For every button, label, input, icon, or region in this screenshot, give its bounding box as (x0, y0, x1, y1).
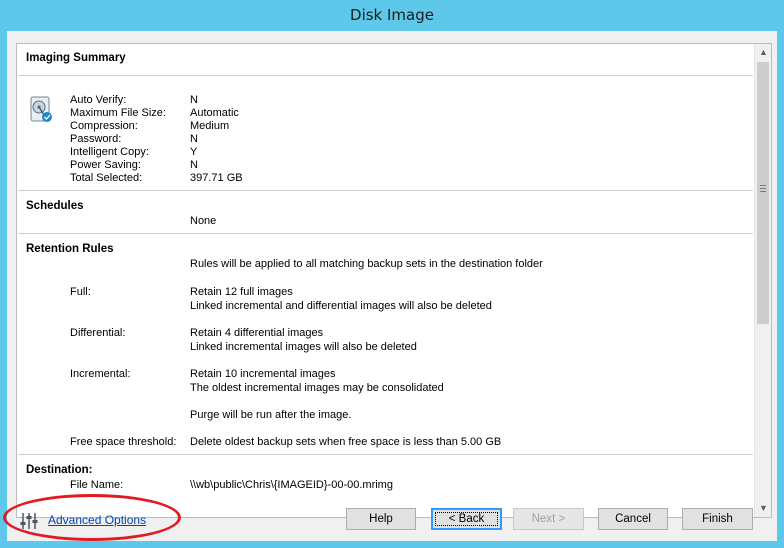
destination-title: Destination: (26, 464, 93, 476)
divider (18, 75, 753, 76)
schedules-title: Schedules (26, 200, 84, 212)
chevron-down-icon[interactable]: ▼ (755, 500, 771, 517)
highlight-ellipse (3, 494, 181, 541)
power-saving-label: Power Saving: (70, 159, 141, 171)
password-label: Password: (70, 133, 122, 145)
disk-image-window: Disk Image Imaging Summary Auto Verify: … (0, 0, 784, 548)
vertical-scrollbar[interactable]: ▲ ▼ (754, 44, 771, 517)
incremental-label: Incremental: (70, 368, 131, 380)
file-name-value: \\wb\public\Chris\{IMAGEID}-00-00.mrimg (190, 479, 393, 491)
imaging-summary-title: Imaging Summary (26, 52, 126, 64)
max-file-size-label: Maximum File Size: (70, 107, 166, 119)
help-button[interactable]: Help (346, 508, 416, 530)
password-value: N (190, 133, 198, 145)
retention-rules-title: Retention Rules (26, 243, 114, 255)
auto-verify-value: N (190, 94, 198, 106)
schedules-value: None (190, 215, 217, 227)
scrollbar-thumb[interactable] (757, 62, 769, 324)
incremental-consolidate-text: The oldest incremental images may be con… (190, 382, 444, 394)
title-bar[interactable]: Disk Image (0, 0, 784, 31)
hard-disk-icon (30, 96, 52, 122)
grip-icon (760, 185, 766, 192)
divider (18, 454, 753, 455)
window-title: Disk Image (350, 6, 434, 24)
full-label: Full: (70, 286, 91, 298)
differential-linked-text: Linked incremental images will also be d… (190, 341, 417, 353)
incremental-retain-text: Retain 10 incremental images (190, 368, 336, 380)
differential-retain-text: Retain 4 differential images (190, 327, 324, 339)
next-button[interactable]: Next > (513, 508, 584, 530)
file-name-label: File Name: (70, 479, 124, 491)
divider (18, 190, 753, 191)
summary-panel: Imaging Summary Auto Verify: N Maximum F… (16, 43, 772, 518)
back-button[interactable]: < Back (431, 508, 502, 530)
finish-button[interactable]: Finish (682, 508, 753, 530)
free-space-threshold-label: Free space threshold: (70, 436, 177, 448)
total-selected-label: Total Selected: (70, 172, 143, 184)
chevron-up-icon[interactable]: ▲ (755, 44, 771, 61)
intelligent-copy-label: Intelligent Copy: (70, 146, 149, 158)
free-space-threshold-value: Delete oldest backup sets when free spac… (190, 436, 502, 448)
summary-scroll-content: Imaging Summary Auto Verify: N Maximum F… (17, 44, 754, 517)
full-linked-text: Linked incremental and differential imag… (190, 300, 492, 312)
dialog-client-area: Imaging Summary Auto Verify: N Maximum F… (3, 31, 777, 541)
cancel-button[interactable]: Cancel (598, 508, 668, 530)
compression-value: Medium (190, 120, 230, 132)
full-retain-text: Retain 12 full images (190, 286, 293, 298)
differential-label: Differential: (70, 327, 126, 339)
focus-rectangle (435, 512, 498, 526)
retention-intro: Rules will be applied to all matching ba… (190, 258, 543, 270)
intelligent-copy-value: Y (190, 146, 198, 158)
divider (18, 233, 753, 234)
total-selected-value: 397.71 GB (190, 172, 243, 184)
compression-label: Compression: (70, 120, 138, 132)
power-saving-value: N (190, 159, 198, 171)
max-file-size-value: Automatic (190, 107, 239, 119)
purge-text: Purge will be run after the image. (190, 409, 352, 421)
auto-verify-label: Auto Verify: (70, 94, 127, 106)
